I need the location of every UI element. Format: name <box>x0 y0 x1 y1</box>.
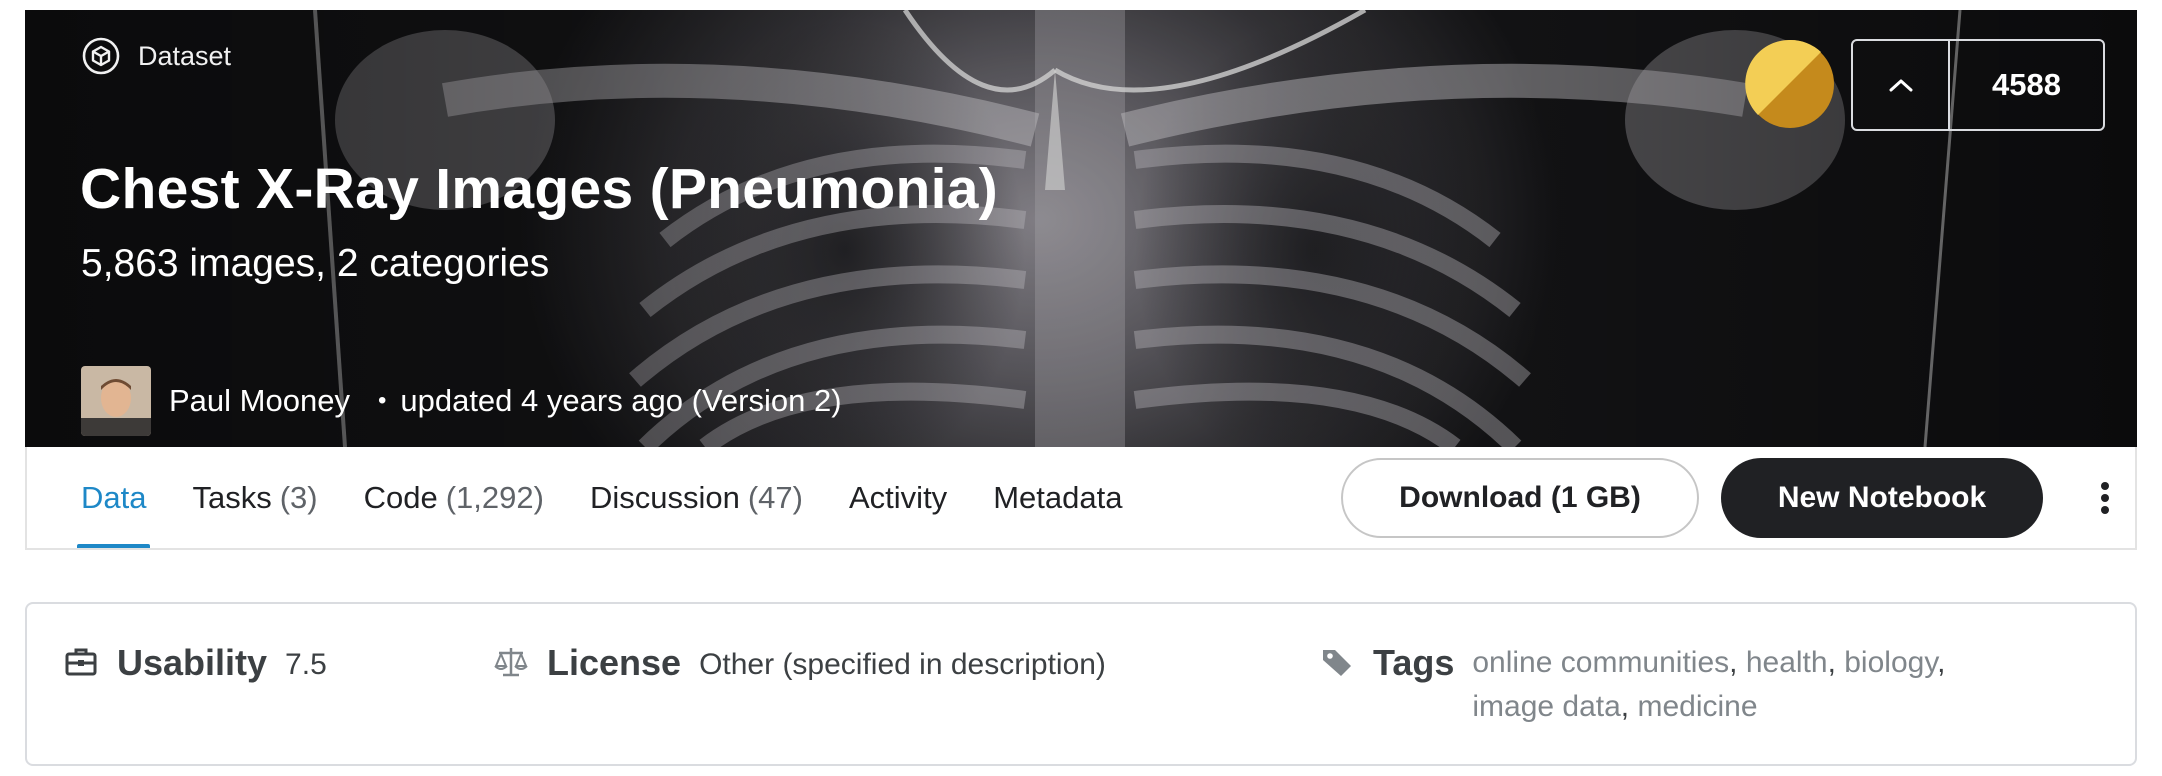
license-item: License Other (specified in description) <box>493 642 1106 684</box>
tab-label: Tasks <box>192 479 272 515</box>
license-value[interactable]: Other (specified in description) <box>699 648 1106 682</box>
tab-count: (1,292) <box>445 479 544 515</box>
page-title: Chest X-Ray Images (Pneumonia) <box>80 157 999 221</box>
usability-value: 7.5 <box>285 648 327 681</box>
chevron-up-icon <box>1889 79 1912 92</box>
tag-icon <box>1323 650 1351 676</box>
dataset-type-label: Dataset <box>138 40 232 71</box>
tag-link[interactable]: online communities <box>1472 646 1729 679</box>
author-name[interactable]: Paul Mooney <box>169 383 350 419</box>
new-notebook-button[interactable]: New Notebook <box>1721 458 2043 538</box>
download-button[interactable]: Download (1 GB) <box>1341 458 1699 538</box>
author-avatar-image <box>81 366 151 436</box>
license-scale-icon <box>494 648 528 677</box>
tab-tasks[interactable]: Tasks (3) <box>188 447 321 548</box>
tab-label: Discussion <box>589 479 740 515</box>
dataset-hero-banner: Dataset Chest X-Ray Images (Pneumonia) 5… <box>25 10 2137 447</box>
tags-label: Tags <box>1373 642 1455 683</box>
usability-item: Usability 7.5 <box>63 642 327 684</box>
tag-link[interactable]: medicine <box>1637 690 1757 723</box>
tab-label: Metadata <box>993 479 1123 515</box>
tag-link[interactable]: health <box>1746 646 1828 679</box>
gold-medal-icon <box>1745 39 1834 128</box>
tab-count: (47) <box>747 479 803 515</box>
tab-activity[interactable]: Activity <box>845 447 951 548</box>
upvote-button[interactable] <box>1853 41 1950 129</box>
more-vertical-icon <box>2101 482 2109 514</box>
separator-dot: • <box>377 387 387 414</box>
dataset-subtitle: 5,863 images, 2 categories <box>81 242 550 285</box>
usability-toolbox-icon <box>65 648 97 676</box>
usability-label: Usability <box>117 642 268 683</box>
author-row: Paul Mooney • updated 4 years ago (Versi… <box>81 365 842 437</box>
tags-item: Tags online communities, health, biology… <box>1319 642 2032 729</box>
tab-label: Data <box>81 479 147 515</box>
tab-count: (3) <box>279 479 318 515</box>
dataset-info-card: Usability 7.5 License Other (specified i… <box>25 602 2137 766</box>
tab-metadata[interactable]: Metadata <box>989 447 1126 548</box>
tag-link[interactable]: image data <box>1472 690 1620 723</box>
vote-count: 4588 <box>1992 67 2061 102</box>
tab-list: Data Tasks (3) Code (1,292) Discussion (… <box>77 447 1164 548</box>
tab-code[interactable]: Code (1,292) <box>360 447 548 548</box>
tab-label: Activity <box>849 479 948 515</box>
dataset-type: Dataset <box>81 36 231 76</box>
tab-label: Code <box>363 479 438 515</box>
dataset-tab-bar: Data Tasks (3) Code (1,292) Discussion (… <box>25 447 2137 550</box>
tab-data[interactable]: Data <box>77 447 151 548</box>
dataset-cube-icon <box>82 37 120 75</box>
upvote-widget: 4588 <box>1851 39 2105 131</box>
updated-text: updated 4 years ago (Version 2) <box>400 383 842 418</box>
avatar[interactable] <box>81 366 151 436</box>
tag-link[interactable]: biology <box>1844 646 1937 679</box>
license-label: License <box>547 642 682 683</box>
tab-discussion[interactable]: Discussion (47) <box>586 447 807 548</box>
tags-list: online communities, health, biology, ima… <box>1472 646 1946 723</box>
more-options-button[interactable] <box>2085 477 2125 519</box>
